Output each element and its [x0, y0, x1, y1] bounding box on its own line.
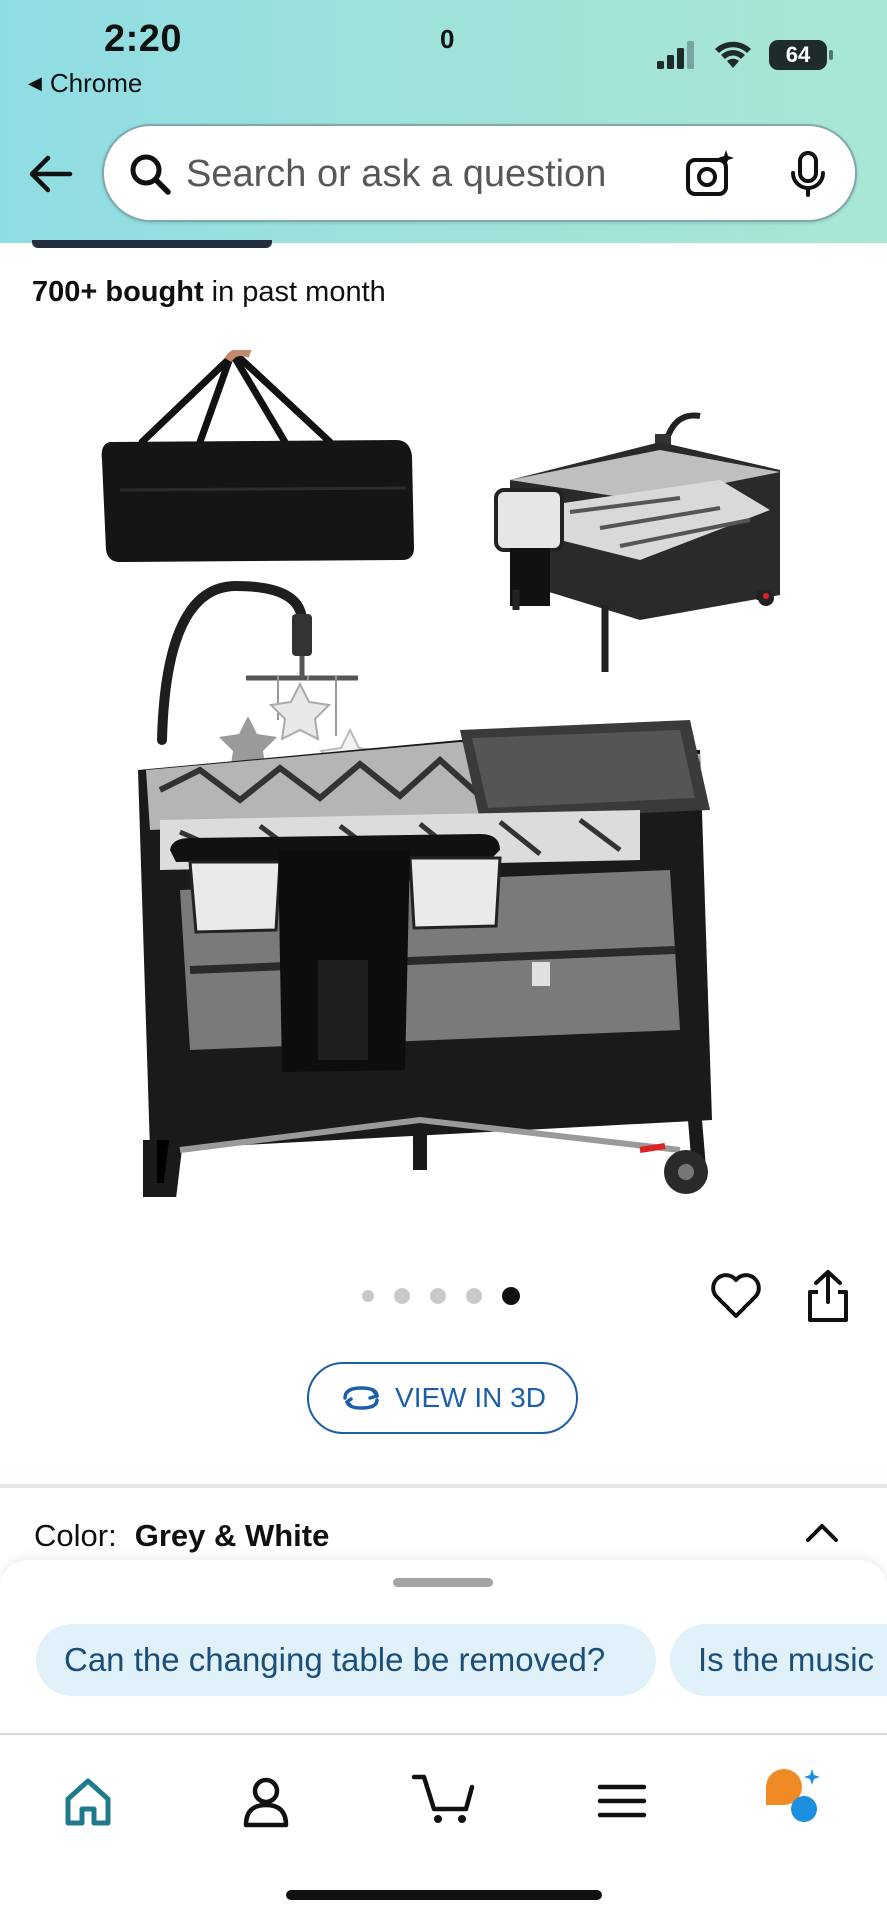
home-indicator	[286, 1890, 602, 1900]
rotate-3d-icon	[343, 1386, 379, 1410]
status-time: 2:20	[104, 18, 183, 60]
tab-account[interactable]	[236, 1771, 296, 1831]
color-selector[interactable]: Color: Grey & White	[34, 1518, 329, 1554]
view-in-3d-label: VIEW IN 3D	[395, 1382, 546, 1413]
carousel-dot[interactable]	[430, 1288, 446, 1304]
account-icon	[243, 1777, 289, 1828]
carry-bag-illustration	[101, 350, 414, 562]
search-bar[interactable]	[102, 124, 857, 222]
cut-off-button	[32, 240, 272, 248]
large-playard-illustration	[138, 580, 712, 1197]
home-icon	[65, 1778, 111, 1826]
tab-home[interactable]	[58, 1771, 118, 1831]
product-page: 2:20 ◀ Chrome 64 Search or ask a questio…	[0, 0, 887, 1920]
bought-suffix: in past month	[211, 276, 386, 308]
tab-cart[interactable]	[410, 1759, 480, 1829]
suggestion-chip[interactable]: Can the changing table be removed?	[36, 1624, 656, 1696]
tab-rufus[interactable]	[760, 1763, 826, 1829]
back-app-label: Chrome	[49, 68, 143, 98]
menu-icon	[597, 1784, 647, 1818]
carousel-dot[interactable]	[394, 1288, 410, 1304]
heart-icon[interactable]	[710, 1272, 762, 1320]
battery-indicator: 64	[769, 40, 833, 70]
carousel-dot[interactable]	[466, 1288, 482, 1304]
suggestions-sheet: Can the changing table be removed? Is th…	[0, 1560, 887, 1740]
tab-menu[interactable]	[592, 1771, 652, 1831]
back-triangle-icon: ◀	[28, 73, 42, 93]
product-image[interactable]	[80, 350, 810, 1210]
suggestion-chip[interactable]: Is the music	[670, 1624, 887, 1696]
cart-count: 0	[440, 24, 455, 54]
rufus-icon	[766, 1769, 820, 1822]
wifi-icon	[715, 41, 751, 68]
signal-icon	[657, 41, 694, 69]
image-carousel-dots[interactable]	[362, 1287, 520, 1305]
search-icon	[130, 154, 171, 195]
sheet-grabber[interactable]	[393, 1578, 493, 1587]
color-value: Grey & White	[134, 1518, 330, 1553]
carousel-dot[interactable]	[362, 1290, 374, 1302]
share-icon[interactable]	[802, 1268, 854, 1324]
view-in-3d-button[interactable]: VIEW IN 3D	[307, 1362, 578, 1434]
section-divider	[0, 1484, 887, 1488]
search-input[interactable]	[186, 146, 656, 202]
camera-search-icon[interactable]	[684, 148, 736, 200]
cart-icon	[411, 1774, 475, 1823]
microphone-icon[interactable]	[784, 150, 832, 198]
color-label: Color:	[34, 1518, 117, 1553]
back-arrow-icon[interactable]	[26, 150, 74, 198]
small-playard-illustration	[494, 412, 780, 672]
bought-in-past-month: 700+ bought in past month	[32, 276, 386, 309]
chevron-up-icon[interactable]	[802, 1516, 842, 1546]
status-indicators: 64	[657, 40, 833, 70]
carousel-dot-active[interactable]	[502, 1287, 520, 1305]
bought-count: 700+ bought	[32, 276, 204, 308]
back-to-app[interactable]: ◀ Chrome	[28, 68, 142, 99]
